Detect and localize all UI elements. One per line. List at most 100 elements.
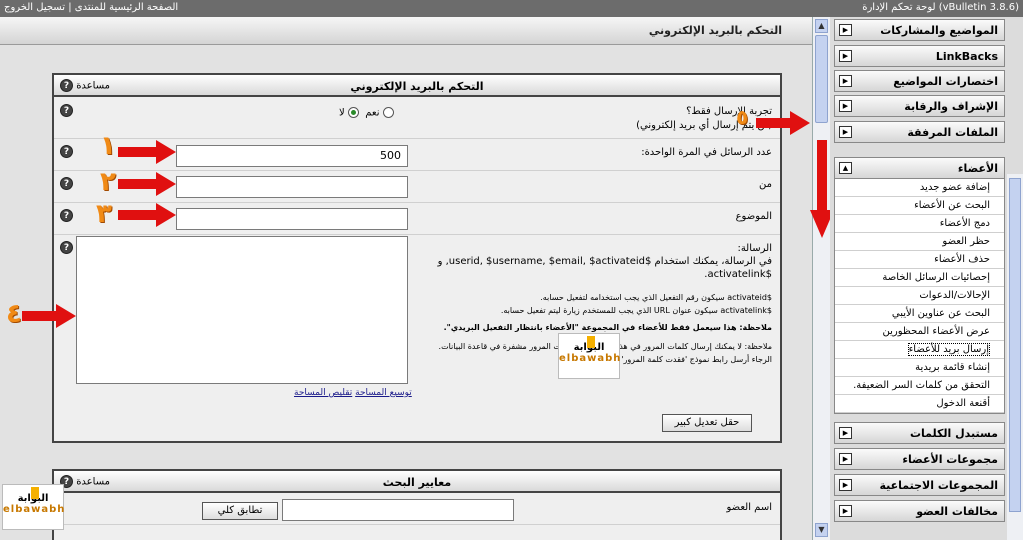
- sidebar-group-infractions[interactable]: ▶ مخالفات العضو: [834, 500, 1005, 522]
- sidebar-item[interactable]: البحث عن عناوين الأيبي: [835, 305, 1004, 323]
- main-scrollbar[interactable]: ▲ ▼: [812, 17, 830, 540]
- test-label: تجربة الإرسال فقط؟ (لن يتم إرسال أي بريد …: [636, 106, 772, 131]
- radio-no[interactable]: [347, 107, 359, 118]
- expand-icon: ▶: [839, 427, 852, 439]
- expand-icon: ▶: [839, 479, 852, 491]
- sidebar-item[interactable]: أقنعة الدخول: [835, 395, 1004, 413]
- sidebar-item[interactable]: حظر العضو: [835, 233, 1004, 251]
- arrow-icon: [118, 203, 176, 227]
- annotation-number: ٥: [736, 105, 749, 129]
- sidebar-item[interactable]: إحصائيات الرسائل الخاصة: [835, 269, 1004, 287]
- panel2-header: معايير البحث ? مساعدة: [54, 471, 780, 493]
- expand-icon: ▶: [839, 50, 852, 62]
- help-icon[interactable]: ?: [60, 177, 73, 190]
- panel2-title: معايير البحث: [382, 476, 452, 489]
- sidebar-item[interactable]: إضافة عضو جديد: [835, 179, 1004, 197]
- panel-header: التحكم بالبريد الإلكتروني ? مساعدة: [54, 75, 780, 97]
- main-content: التحكم بالبريد الإلكتروني التحكم بالبريد…: [0, 17, 812, 540]
- expand-icon: ▶: [839, 505, 852, 517]
- panel-title: التحكم بالبريد الإلكتروني: [350, 80, 484, 93]
- subject-label: الموضوع: [735, 211, 772, 222]
- username-input[interactable]: [282, 499, 514, 521]
- annotation-number: ٤: [6, 299, 22, 329]
- app-title: لوحة تحكم الإدارة (vBulletin 3.8.6): [862, 2, 1019, 13]
- username-row: اسم العضو تطابق كلي: [54, 495, 780, 525]
- radio-yes[interactable]: [382, 107, 394, 118]
- message-label: الرسالة:: [737, 243, 772, 254]
- exact-match-button[interactable]: تطابق كلي: [202, 502, 278, 520]
- sidebar-group-prefixes[interactable]: ▶ اختصارات المواضيع: [834, 70, 1005, 92]
- sidebar-group-usergroups[interactable]: ▶ مجموعات الأعضاء: [834, 448, 1005, 470]
- help-icon[interactable]: ?: [60, 209, 73, 222]
- annotation-number: ٢: [100, 167, 116, 197]
- from-label: من: [759, 179, 772, 190]
- help-icon[interactable]: ?: [60, 241, 73, 254]
- arrow-icon: [118, 140, 176, 164]
- perpage-input[interactable]: 500: [176, 145, 408, 167]
- scroll-thumb[interactable]: [815, 35, 828, 123]
- test-radios: نعم لا: [339, 107, 394, 119]
- perpage-label: عدد الرسائل في المرة الواحدة:: [641, 147, 772, 158]
- message-row: ? الرسالة: في الرسالة، يمكنك استخدام $us…: [54, 236, 780, 441]
- radio-no-label: لا: [339, 107, 345, 119]
- sidebar-group-linkbacks[interactable]: ▶ LinkBacks: [834, 45, 1005, 67]
- shrink-link[interactable]: تقليص المساحة: [294, 388, 352, 398]
- members-submenu: إضافة عضو جديد البحث عن الأعضاء دمج الأع…: [834, 178, 1005, 414]
- logo-icon: [31, 487, 39, 499]
- big-editor-button[interactable]: حقل تعديل كبير: [662, 414, 752, 432]
- resize-links: توسيع المساحة تقليص المساحة: [294, 388, 412, 398]
- sidebar-item[interactable]: البحث عن الأعضاء: [835, 197, 1004, 215]
- help-label: مساعدة: [76, 476, 110, 488]
- test-row: ? تجربة الإرسال فقط؟ (لن يتم إرسال أي بري…: [54, 99, 780, 139]
- sidebar-scrollbar[interactable]: [1007, 174, 1023, 540]
- sidebar-item[interactable]: حذف الأعضاء: [835, 251, 1004, 269]
- expand-icon: ▶: [839, 24, 852, 36]
- sidebar-item[interactable]: إنشاء قائمة بريدية: [835, 359, 1004, 377]
- sidebar-group-members[interactable]: ▲ الأعضاء: [834, 157, 1005, 179]
- subject-input[interactable]: [176, 208, 408, 230]
- arrow-icon: [118, 172, 176, 196]
- sidebar-group-threads[interactable]: ▶ المواضيع والمشاركات: [834, 19, 1005, 41]
- logo-icon: [587, 336, 595, 348]
- sidebar-group-censor[interactable]: ▶ مستبدل الكلمات: [834, 422, 1005, 444]
- help-link[interactable]: ? مساعدة: [60, 79, 110, 92]
- help-icon: ?: [60, 79, 73, 92]
- email-panel: التحكم بالبريد الإلكتروني ? مساعدة ? تجر…: [52, 73, 782, 443]
- page-title: التحكم بالبريد الإلكتروني: [648, 24, 782, 37]
- sidebar-item[interactable]: الإحالات/الدعوات: [835, 287, 1004, 305]
- sidebar-item-email-members[interactable]: إرسال بريد للأعضاء: [835, 341, 1004, 359]
- top-bar: الصفحة الرئيسية للمنتدى | تسجيل الخروج ل…: [0, 0, 1023, 17]
- expand-icon: ▶: [839, 453, 852, 465]
- annotation-number: ١: [100, 131, 116, 161]
- sidebar: ▶ المواضيع والمشاركات ▶ LinkBacks ▶ اختصارا…: [830, 17, 1023, 540]
- top-links[interactable]: الصفحة الرئيسية للمنتدى | تسجيل الخروج: [4, 2, 178, 13]
- corner-logo: البوابة elbawabh: [2, 484, 64, 530]
- expand-icon: ▶: [839, 126, 852, 138]
- watermark-logo: البوابة elbawabh: [558, 333, 620, 379]
- help-label: مساعدة: [76, 80, 110, 92]
- sidebar-group-social[interactable]: ▶ المجموعات الاجتماعية: [834, 474, 1005, 496]
- radio-yes-label: نعم: [365, 107, 380, 119]
- help-icon[interactable]: ?: [60, 104, 73, 117]
- sidebar-item[interactable]: عرض الأعضاء المحظورين: [835, 323, 1004, 341]
- sidebar-group-attachments[interactable]: ▶ الملفات المرفقة: [834, 121, 1005, 143]
- arrow-icon: [22, 304, 76, 328]
- help-link[interactable]: ? مساعدة: [60, 475, 110, 488]
- page-header: التحكم بالبريد الإلكتروني: [0, 17, 812, 45]
- collapse-icon: ▲: [839, 162, 852, 174]
- search-panel: معايير البحث ? مساعدة اسم العضو تطابق كل…: [52, 469, 782, 540]
- scroll-thumb[interactable]: [1009, 178, 1021, 512]
- arrow-icon: [756, 111, 810, 135]
- from-input[interactable]: [176, 176, 408, 198]
- sidebar-item[interactable]: دمج الأعضاء: [835, 215, 1004, 233]
- expand-icon: ▶: [839, 75, 852, 87]
- scroll-up-icon[interactable]: ▲: [815, 19, 828, 33]
- sidebar-item[interactable]: التحقق من كلمات السر الضعيفة.: [835, 377, 1004, 395]
- expand-link[interactable]: توسيع المساحة: [355, 388, 412, 398]
- message-textarea[interactable]: [76, 236, 408, 384]
- help-icon[interactable]: ?: [60, 145, 73, 158]
- scroll-down-icon[interactable]: ▼: [815, 523, 828, 537]
- expand-icon: ▶: [839, 100, 852, 112]
- sidebar-group-moderation[interactable]: ▶ الإشراف والرقابة: [834, 95, 1005, 117]
- annotation-number: ٣: [96, 199, 112, 229]
